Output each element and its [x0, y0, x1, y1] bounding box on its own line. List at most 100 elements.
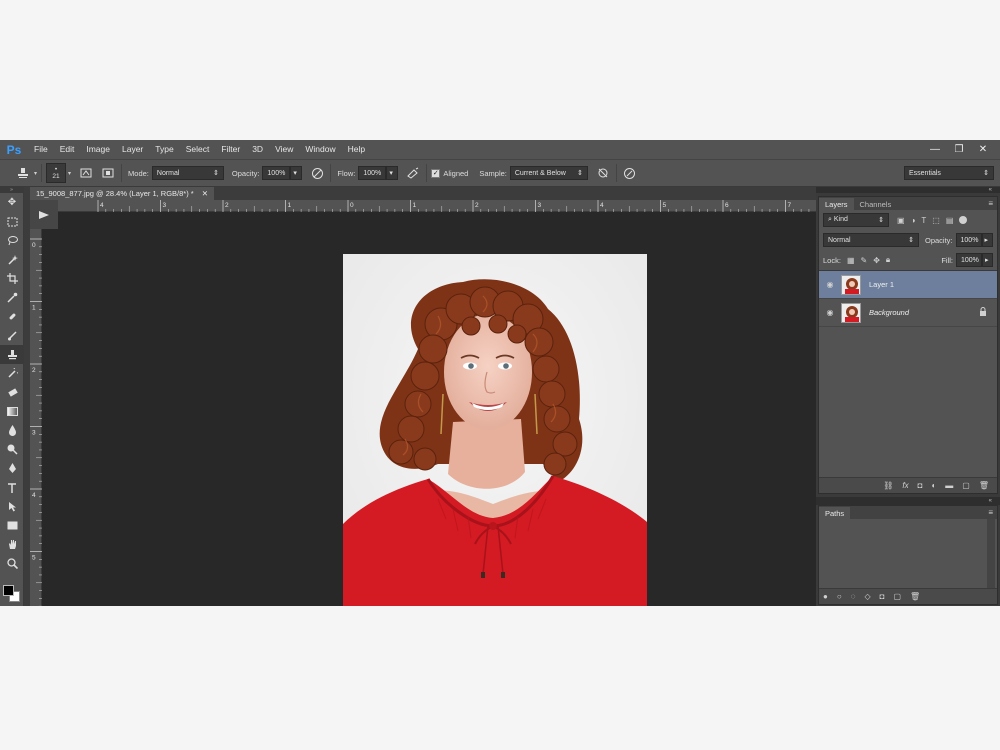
eraser-tool-icon[interactable]	[0, 383, 24, 402]
filter-adjustment-icon[interactable]: ◑	[911, 216, 916, 225]
vertical-ruler[interactable]: 0 1 2 3 4 5	[30, 229, 42, 606]
tab-layers[interactable]: Layers	[819, 198, 854, 210]
lasso-tool-icon[interactable]	[0, 231, 24, 250]
add-mask-icon[interactable]: ◘	[918, 481, 923, 490]
paths-collapse-icon[interactable]: «	[816, 497, 1000, 505]
workspace-select[interactable]: Essentials ⇕	[904, 166, 994, 180]
eyedropper-tool-icon[interactable]	[0, 288, 24, 307]
history-brush-tool-icon[interactable]	[0, 364, 24, 383]
menu-help[interactable]: Help	[342, 140, 371, 159]
clone-source-panel-icon[interactable]	[99, 164, 117, 182]
rectangle-tool-icon[interactable]	[0, 516, 24, 535]
lock-position-icon[interactable]: ✥	[873, 256, 880, 265]
layer-row-background[interactable]: ◉ Background	[819, 299, 997, 327]
layer-row-layer-1[interactable]: ◉ Layer 1	[819, 271, 997, 299]
horizontal-ruler[interactable]: 4 3 2 1 0 1 2 3 4 5 6 7	[58, 200, 841, 212]
brush-panel-icon[interactable]	[77, 164, 95, 182]
menu-filter[interactable]: Filter	[215, 140, 246, 159]
ruler-origin[interactable]	[30, 200, 58, 229]
filter-toggle-icon[interactable]	[959, 216, 968, 224]
fill-path-icon[interactable]: ●	[823, 592, 828, 601]
ignore-adjustment-layers-icon[interactable]	[594, 164, 612, 182]
crop-tool-icon[interactable]	[0, 269, 24, 288]
document-tab[interactable]: 15_9008_877.jpg @ 28.4% (Layer 1, RGB/8*…	[30, 187, 215, 200]
paths-scrollbar[interactable]	[987, 519, 995, 589]
filter-pixel-icon[interactable]: ▣	[897, 216, 905, 225]
gradient-tool-icon[interactable]	[0, 402, 24, 421]
pen-tool-icon[interactable]	[0, 459, 24, 478]
spot-healing-tool-icon[interactable]	[0, 307, 24, 326]
new-path-icon[interactable]: ▢	[893, 592, 901, 601]
tool-preset-dropdown-icon[interactable]: ▾	[34, 170, 37, 177]
menu-edit[interactable]: Edit	[54, 140, 81, 159]
menu-file[interactable]: File	[28, 140, 54, 159]
quick-selection-tool-icon[interactable]	[0, 250, 24, 269]
new-layer-icon[interactable]: ▢	[962, 481, 970, 490]
minimize-button[interactable]: —	[924, 140, 946, 159]
dodge-tool-icon[interactable]	[0, 440, 24, 459]
foreground-color-swatch[interactable]	[3, 585, 14, 596]
menu-view[interactable]: View	[269, 140, 299, 159]
new-group-icon[interactable]: ▬	[945, 481, 953, 490]
flow-dropdown[interactable]: ▾	[386, 166, 399, 180]
brush-preset-picker[interactable]: • 21	[46, 163, 67, 183]
hand-tool-icon[interactable]	[0, 535, 24, 554]
lock-transparency-icon[interactable]: ▦	[847, 256, 855, 265]
brush-dropdown-icon[interactable]: ▾	[68, 170, 71, 177]
pressure-size-icon[interactable]	[621, 164, 639, 182]
visibility-eye-icon[interactable]: ◉	[819, 308, 841, 317]
trash-icon[interactable]: 🗑︎	[979, 481, 989, 490]
trash-icon[interactable]: 🗑︎	[910, 592, 920, 601]
layer-opacity-input[interactable]: 100%	[955, 233, 982, 247]
filter-type-icon[interactable]: T	[921, 216, 926, 225]
link-layers-icon[interactable]: ⛓︎	[883, 481, 893, 490]
visibility-eye-icon[interactable]: ◉	[819, 280, 841, 289]
filter-smart-object-icon[interactable]: ▤	[946, 216, 954, 225]
layer-name[interactable]: Background	[869, 308, 909, 317]
path-selection-tool-icon[interactable]	[0, 497, 24, 516]
close-button[interactable]: ✕	[972, 140, 994, 159]
panel-menu-icon[interactable]: ≡	[988, 198, 997, 210]
adjustment-layer-icon[interactable]: ◐	[931, 481, 936, 490]
tab-paths[interactable]: Paths	[819, 507, 851, 519]
clone-stamp-tool-icon[interactable]	[0, 345, 24, 364]
fx-icon[interactable]: fx	[902, 481, 908, 490]
airbrush-icon[interactable]	[404, 164, 422, 182]
menu-window[interactable]: Window	[299, 140, 341, 159]
panel-menu-icon[interactable]: ≡	[988, 507, 997, 519]
canvas-area[interactable]	[42, 229, 816, 606]
brush-tool-icon[interactable]	[0, 326, 24, 345]
lock-all-icon[interactable]: 🔒︎	[886, 255, 890, 265]
opacity-dropdown[interactable]: ▾	[290, 166, 303, 180]
blend-mode-select[interactable]: Normal ⇕	[823, 233, 919, 247]
stroke-path-icon[interactable]: ○	[837, 592, 842, 601]
menu-select[interactable]: Select	[180, 140, 216, 159]
panel-collapse-icon[interactable]: «	[816, 187, 1000, 193]
add-mask-icon[interactable]: ◘	[880, 592, 885, 601]
menu-type[interactable]: Type	[149, 140, 179, 159]
type-tool-icon[interactable]	[0, 478, 24, 497]
fill-dropdown[interactable]: ▸	[982, 253, 993, 267]
fill-input[interactable]: 100%	[956, 253, 982, 267]
layer-name[interactable]: Layer 1	[869, 280, 894, 289]
marquee-tool-icon[interactable]	[0, 212, 24, 231]
close-icon[interactable]: ✕	[202, 189, 208, 198]
filter-shape-icon[interactable]: ⬚	[932, 216, 940, 225]
aligned-checkbox[interactable]: ✓	[431, 168, 441, 178]
pressure-opacity-icon[interactable]	[308, 164, 326, 182]
menu-image[interactable]: Image	[80, 140, 116, 159]
layer-filter-select[interactable]: ⌕ Kind ⇕	[823, 213, 889, 227]
opacity-input[interactable]: 100%	[262, 166, 291, 180]
mode-select[interactable]: Normal ⇕	[151, 166, 224, 180]
zoom-tool-icon[interactable]	[0, 554, 24, 573]
lock-pixels-icon[interactable]: ✎	[861, 256, 868, 265]
flow-input[interactable]: 100%	[358, 166, 387, 180]
blur-tool-icon[interactable]	[0, 421, 24, 440]
clone-stamp-tool-icon[interactable]	[14, 164, 32, 182]
document-image[interactable]	[343, 254, 647, 606]
load-selection-icon[interactable]: ◌	[851, 592, 856, 601]
make-work-path-icon[interactable]: ◇	[864, 592, 870, 601]
tab-channels[interactable]: Channels	[854, 198, 898, 210]
menu-layer[interactable]: Layer	[116, 140, 149, 159]
menu-3d[interactable]: 3D	[246, 140, 269, 159]
